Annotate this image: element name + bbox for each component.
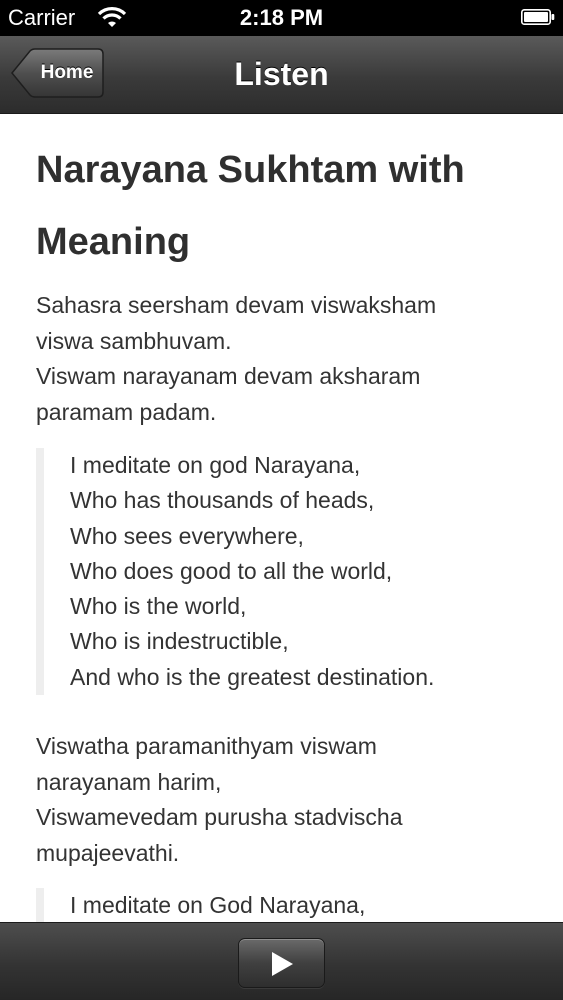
meaning-line: I meditate on god Narayana,: [70, 452, 361, 478]
nav-title: Listen: [234, 56, 329, 92]
meaning-line: Who does good to all the world,: [70, 557, 393, 584]
play-button[interactable]: [238, 938, 325, 988]
back-button-label: Home: [40, 62, 94, 83]
verse-2: Viswatha paramanithyam viswam narayanam …: [36, 729, 536, 871]
navigation-bar: Home Listen: [0, 36, 563, 114]
screen: Carrier 2:18 PM Home Listen Narayana Suk…: [0, 0, 563, 1000]
verse-line: Viswamevedam purusha stadvischa: [36, 804, 403, 830]
status-bar: Carrier 2:18 PM: [0, 0, 563, 36]
meaning-line: Who has thousands of heads,: [70, 487, 375, 514]
verse-line: paramam padam.: [36, 398, 217, 425]
verse-line: Viswatha paramanithyam viswam: [36, 733, 377, 759]
meaning-block-1: I meditate on god Narayana, Who has thou…: [36, 448, 560, 696]
meaning-line: And who is the greatest destination.: [70, 663, 435, 690]
home-back-button[interactable]: Home: [10, 48, 104, 98]
verse-line: Sahasra seersham devam viswaksham: [36, 292, 437, 318]
battery-icon: [521, 9, 555, 25]
verse-1: Sahasra seersham devam viswaksham viswa …: [36, 288, 536, 430]
meaning-block-2: I meditate on God Narayana,: [36, 888, 560, 922]
verse-line: viswa sambhuvam.: [36, 327, 232, 354]
meaning-line: Who is the world,: [70, 593, 247, 620]
verse-line: mupajeevathi.: [36, 839, 180, 866]
verse-line: narayanam harim,: [36, 768, 222, 795]
page-title: Narayana Sukhtam with Meaning: [36, 149, 465, 263]
play-icon: [272, 952, 293, 976]
status-time: 2:18 PM: [239, 5, 324, 30]
meaning-line: I meditate on God Narayana,: [70, 892, 366, 918]
content-scroll-area[interactable]: Narayana Sukhtam with Meaning Sahasra se…: [0, 114, 563, 922]
bottom-toolbar: [0, 922, 563, 1000]
meaning-line: Who sees everywhere,: [70, 522, 304, 549]
verse-line: Viswam narayanam devam aksharam: [36, 363, 421, 389]
meaning-line: Who is indestructible,: [70, 628, 289, 655]
